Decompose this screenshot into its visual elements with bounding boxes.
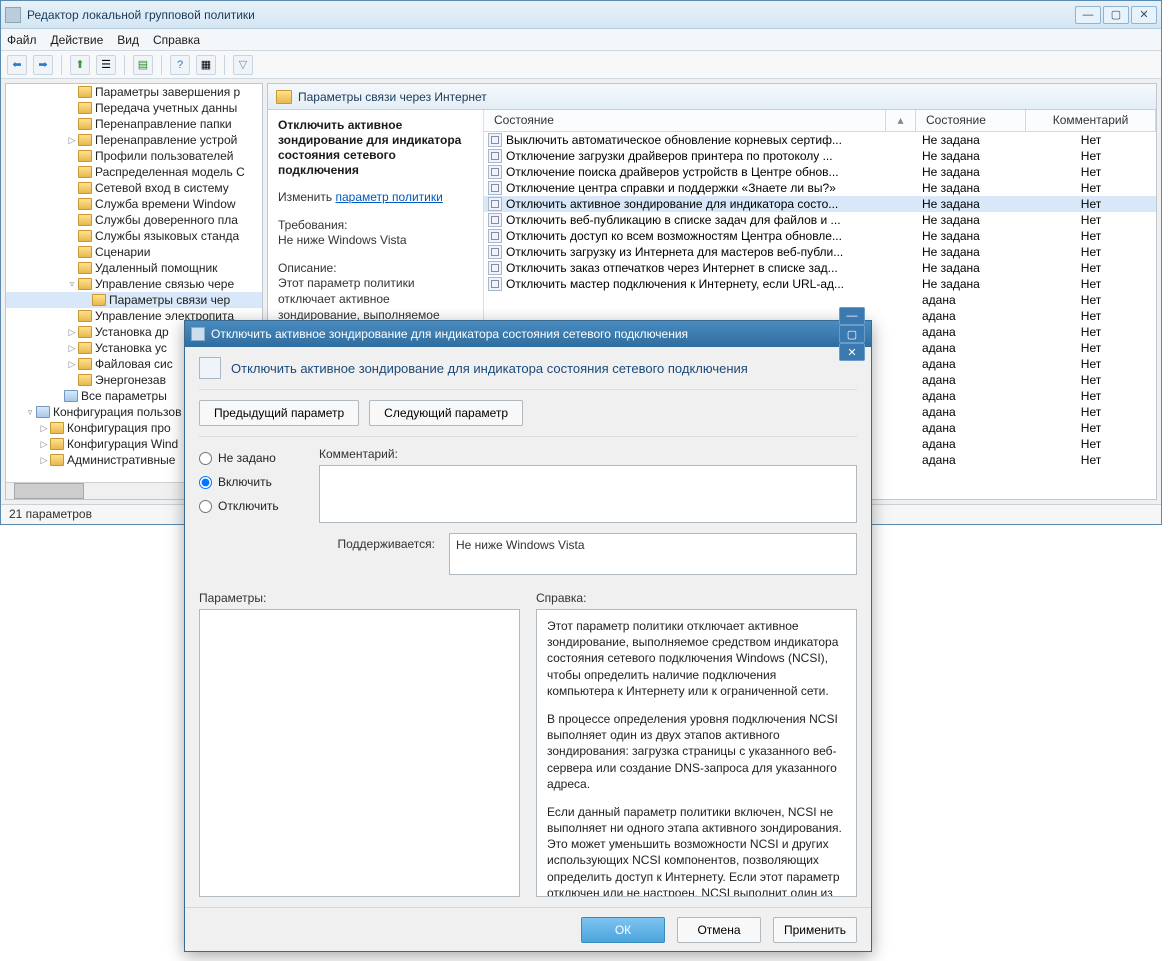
tree-item[interactable]: Службы языковых станда	[6, 228, 262, 244]
tree-item[interactable]: ▷Перенаправление устрой	[6, 132, 262, 148]
setting-icon	[488, 245, 502, 259]
tree-item[interactable]: Удаленный помощник	[6, 260, 262, 276]
setting-icon	[488, 133, 502, 147]
list-row[interactable]: Отключить загрузку из Интернета для маст…	[484, 244, 1156, 260]
export-button[interactable]: ▤	[133, 55, 153, 75]
tree-item[interactable]: Службы доверенного пла	[6, 212, 262, 228]
setting-icon	[488, 149, 502, 163]
tree-item[interactable]: Сценарии	[6, 244, 262, 260]
cancel-button[interactable]: Отмена	[677, 917, 761, 943]
menu-view[interactable]: Вид	[117, 33, 139, 47]
maximize-button[interactable]: ▢	[1103, 6, 1129, 24]
tree-item[interactable]: Сетевой вход в систему	[6, 180, 262, 196]
back-button[interactable]: ⬅	[7, 55, 27, 75]
radio-disabled[interactable]: Отключить	[199, 499, 299, 513]
tree-item[interactable]: Передача учетных данны	[6, 100, 262, 116]
comment-textarea[interactable]	[319, 465, 857, 523]
setting-icon	[488, 181, 502, 195]
policy-dialog: Отключить активное зондирование для инди…	[184, 320, 872, 952]
setting-icon	[488, 197, 502, 211]
list-row[interactable]: Отключение загрузки драйверов принтера п…	[484, 148, 1156, 164]
setting-icon	[488, 277, 502, 291]
app-icon	[5, 7, 21, 23]
list-row[interactable]: аданаНет	[484, 292, 1156, 308]
list-row[interactable]: Отключить веб-публикацию в списке задач …	[484, 212, 1156, 228]
close-button[interactable]: ✕	[1131, 6, 1157, 24]
next-setting-button[interactable]: Следующий параметр	[369, 400, 523, 426]
list-row[interactable]: Отключение поиска драйверов устройств в …	[484, 164, 1156, 180]
menu-file[interactable]: Файл	[7, 33, 37, 47]
options-label: Параметры:	[199, 591, 520, 605]
edit-policy-link[interactable]: параметр политики	[335, 190, 442, 204]
up-button[interactable]: ⬆	[70, 55, 90, 75]
list-row[interactable]: Отключить мастер подключения к Интернету…	[484, 276, 1156, 292]
folder-icon	[276, 90, 292, 104]
policy-heading: Отключить активное зондирование для инди…	[231, 361, 857, 376]
supported-text: Не ниже Windows Vista	[449, 533, 857, 575]
dialog-maximize-button[interactable]: ▢	[839, 325, 865, 343]
ok-button[interactable]: ОК	[581, 917, 665, 943]
dialog-titlebar[interactable]: Отключить активное зондирование для инди…	[185, 321, 871, 347]
list-header[interactable]: Состояние ▴ Состояние Комментарий	[484, 110, 1156, 132]
help-icon[interactable]: ?	[170, 55, 190, 75]
minimize-button[interactable]: —	[1075, 6, 1101, 24]
tree-item[interactable]: ▿Управление связью чере	[6, 276, 262, 292]
sort-indicator-icon[interactable]: ▴	[886, 110, 916, 131]
forward-button[interactable]: ➡	[33, 55, 53, 75]
setting-icon	[488, 213, 502, 227]
policy-icon	[199, 357, 221, 379]
tree-item[interactable]: Параметры связи чер	[6, 292, 262, 308]
options-button[interactable]: ▦	[196, 55, 216, 75]
tree-item[interactable]: Параметры завершения р	[6, 84, 262, 100]
list-row[interactable]: Отключить заказ отпечатков через Интерне…	[484, 260, 1156, 276]
help-label: Справка:	[536, 591, 857, 605]
setting-icon	[488, 165, 502, 179]
dialog-icon	[191, 327, 205, 341]
state-radios: Не задано Включить Отключить	[199, 447, 299, 575]
dialog-minimize-button[interactable]: —	[839, 307, 865, 325]
selected-setting-title: Отключить активное зондирование для инди…	[278, 118, 473, 178]
menu-action[interactable]: Действие	[51, 33, 104, 47]
supported-label: Поддерживается:	[319, 533, 435, 551]
menu-help[interactable]: Справка	[153, 33, 200, 47]
tree-item[interactable]: Служба времени Window	[6, 196, 262, 212]
setting-icon	[488, 261, 502, 275]
radio-enabled[interactable]: Включить	[199, 475, 299, 489]
properties-button[interactable]: ☰	[96, 55, 116, 75]
tree-item[interactable]: Распределенная модель C	[6, 164, 262, 180]
apply-button[interactable]: Применить	[773, 917, 857, 943]
list-row[interactable]: Отключить активное зондирование для инди…	[484, 196, 1156, 212]
settings-header: Параметры связи через Интернет	[268, 84, 1156, 110]
list-row[interactable]: Отключение центра справки и поддержки «З…	[484, 180, 1156, 196]
settings-header-text: Параметры связи через Интернет	[298, 90, 487, 104]
comment-label: Комментарий:	[319, 447, 857, 461]
list-row[interactable]: Отключить доступ ко всем возможностям Це…	[484, 228, 1156, 244]
radio-not-configured[interactable]: Не задано	[199, 451, 299, 465]
tree-item[interactable]: Профили пользователей	[6, 148, 262, 164]
main-titlebar[interactable]: Редактор локальной групповой политики — …	[1, 1, 1161, 29]
dialog-footer: ОК Отмена Применить	[185, 907, 871, 951]
previous-setting-button[interactable]: Предыдущий параметр	[199, 400, 359, 426]
setting-icon	[488, 229, 502, 243]
list-row[interactable]: Выключить автоматическое обновление корн…	[484, 132, 1156, 148]
help-box[interactable]: Этот параметр политики отключает активно…	[536, 609, 857, 897]
dialog-title: Отключить активное зондирование для инди…	[211, 327, 839, 341]
toolbar: ⬅ ➡ ⬆ ☰ ▤ ? ▦ ▽	[1, 51, 1161, 79]
tree-item[interactable]: Перенаправление папки	[6, 116, 262, 132]
menu-bar: Файл Действие Вид Справка	[1, 29, 1161, 51]
filter-icon[interactable]: ▽	[233, 55, 253, 75]
options-box[interactable]	[199, 609, 520, 897]
window-title: Редактор локальной групповой политики	[27, 8, 1075, 22]
